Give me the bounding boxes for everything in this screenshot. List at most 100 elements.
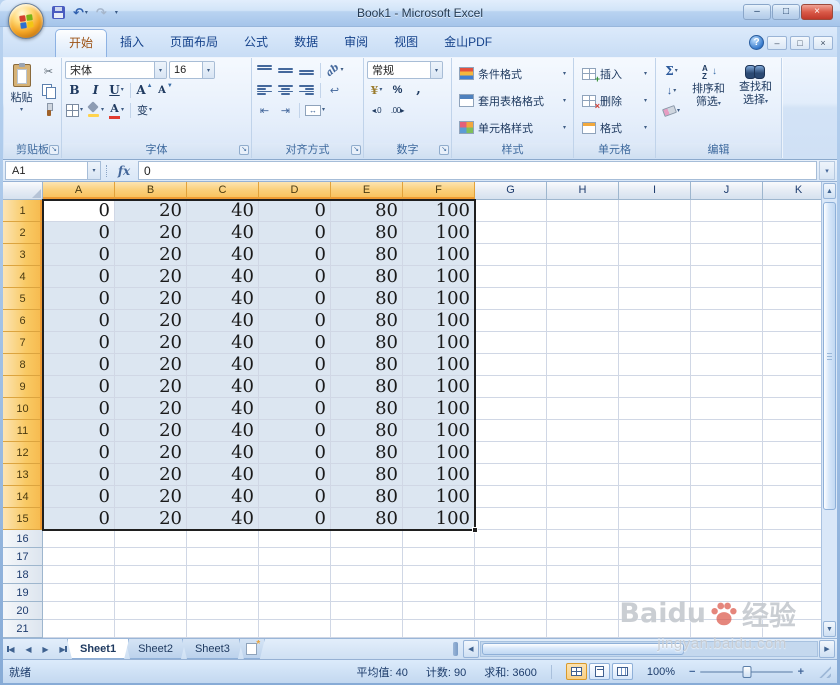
cell-E19[interactable] bbox=[331, 584, 403, 602]
font-color-button[interactable]: A ▾ bbox=[107, 101, 126, 119]
row-header-6[interactable]: 6 bbox=[3, 310, 43, 332]
cell-I21[interactable] bbox=[619, 620, 691, 638]
column-header-J[interactable]: J bbox=[691, 182, 763, 200]
currency-dropdown-icon[interactable]: ▾ bbox=[379, 87, 382, 93]
cell-D13[interactable]: 0 bbox=[259, 464, 331, 486]
cell-C20[interactable] bbox=[187, 602, 259, 620]
cell-E10[interactable]: 80 bbox=[331, 398, 403, 420]
next-sheet-button[interactable]: ▶ bbox=[37, 639, 54, 659]
cell-A20[interactable] bbox=[43, 602, 115, 620]
cell-H13[interactable] bbox=[547, 464, 619, 486]
cell-A6[interactable]: 0 bbox=[43, 310, 115, 332]
cell-A2[interactable]: 0 bbox=[43, 222, 115, 244]
scroll-left-button[interactable]: ◀ bbox=[462, 640, 479, 658]
cell-K5[interactable] bbox=[763, 288, 821, 310]
fill-color-button[interactable]: ▾ bbox=[86, 101, 105, 119]
cell-C13[interactable]: 40 bbox=[187, 464, 259, 486]
first-sheet-button[interactable]: ◀ bbox=[3, 639, 20, 659]
cell-K3[interactable] bbox=[763, 244, 821, 266]
cell-F2[interactable]: 100 bbox=[403, 222, 475, 244]
row-header-14[interactable]: 14 bbox=[3, 486, 43, 508]
cell-H19[interactable] bbox=[547, 584, 619, 602]
decrease-decimal-button[interactable]: .00▸ bbox=[388, 101, 407, 119]
cell-H2[interactable] bbox=[547, 222, 619, 244]
cell-J14[interactable] bbox=[691, 486, 763, 508]
cell-C16[interactable] bbox=[187, 530, 259, 548]
cell-B21[interactable] bbox=[115, 620, 187, 638]
cell-E12[interactable]: 80 bbox=[331, 442, 403, 464]
cell-C10[interactable]: 40 bbox=[187, 398, 259, 420]
cell-C12[interactable]: 40 bbox=[187, 442, 259, 464]
cell-I11[interactable] bbox=[619, 420, 691, 442]
cell-E15[interactable]: 80 bbox=[331, 508, 403, 530]
conditional-formatting-button[interactable]: 条件格式 ▾ bbox=[455, 61, 570, 86]
italic-button[interactable]: I bbox=[86, 81, 105, 99]
cell-H4[interactable] bbox=[547, 266, 619, 288]
cell-G13[interactable] bbox=[475, 464, 547, 486]
column-header-E[interactable]: E bbox=[331, 182, 403, 200]
workbook-restore-button[interactable]: □ bbox=[790, 35, 810, 50]
cell-H7[interactable] bbox=[547, 332, 619, 354]
cell-H10[interactable] bbox=[547, 398, 619, 420]
cell-B6[interactable]: 20 bbox=[115, 310, 187, 332]
cell-A3[interactable]: 0 bbox=[43, 244, 115, 266]
cell-G14[interactable] bbox=[475, 486, 547, 508]
cell-C8[interactable]: 40 bbox=[187, 354, 259, 376]
vertical-scroll-track[interactable] bbox=[823, 200, 836, 620]
cell-C5[interactable]: 40 bbox=[187, 288, 259, 310]
align-middle-button[interactable] bbox=[276, 61, 295, 79]
cell-B15[interactable]: 20 bbox=[115, 508, 187, 530]
cell-B10[interactable]: 20 bbox=[115, 398, 187, 420]
cell-F21[interactable] bbox=[403, 620, 475, 638]
row-header-12[interactable]: 12 bbox=[3, 442, 43, 464]
cell-J4[interactable] bbox=[691, 266, 763, 288]
cell-B7[interactable]: 20 bbox=[115, 332, 187, 354]
cell-G18[interactable] bbox=[475, 566, 547, 584]
cell-F20[interactable] bbox=[403, 602, 475, 620]
find-select-button[interactable]: 查找和选择▾ bbox=[733, 61, 778, 143]
cell-D8[interactable]: 0 bbox=[259, 354, 331, 376]
cell-D12[interactable]: 0 bbox=[259, 442, 331, 464]
delete-cells-button[interactable]: × 删除 ▾ bbox=[577, 88, 652, 113]
cell-G9[interactable] bbox=[475, 376, 547, 398]
format-as-table-button[interactable]: 套用表格格式 ▾ bbox=[455, 88, 570, 113]
insert-function-button[interactable]: fx bbox=[112, 161, 136, 180]
row-header-17[interactable]: 17 bbox=[3, 548, 43, 566]
cell-I8[interactable] bbox=[619, 354, 691, 376]
cell-K8[interactable] bbox=[763, 354, 821, 376]
cell-J16[interactable] bbox=[691, 530, 763, 548]
cell-J17[interactable] bbox=[691, 548, 763, 566]
sort-filter-button[interactable]: A Z ↓ 排序和筛选▾ bbox=[686, 61, 731, 143]
cell-A10[interactable]: 0 bbox=[43, 398, 115, 420]
cell-B5[interactable]: 20 bbox=[115, 288, 187, 310]
ribbon-tab-开始[interactable]: 开始 bbox=[55, 29, 108, 57]
cell-H16[interactable] bbox=[547, 530, 619, 548]
cell-I4[interactable] bbox=[619, 266, 691, 288]
cell-D1[interactable]: 0 bbox=[259, 200, 331, 222]
cell-G5[interactable] bbox=[475, 288, 547, 310]
cell-E18[interactable] bbox=[331, 566, 403, 584]
cell-C7[interactable]: 40 bbox=[187, 332, 259, 354]
row-header-3[interactable]: 3 bbox=[3, 244, 43, 266]
scroll-down-button[interactable]: ▼ bbox=[823, 621, 836, 637]
font-size-dropdown-icon[interactable]: ▾ bbox=[202, 62, 214, 78]
cell-E1[interactable]: 80 bbox=[331, 200, 403, 222]
cell-H6[interactable] bbox=[547, 310, 619, 332]
paste-dropdown-icon[interactable]: ▾ bbox=[20, 107, 23, 113]
number-dialog-launcher[interactable]: ↘ bbox=[439, 145, 449, 155]
scroll-up-button[interactable]: ▲ bbox=[823, 183, 836, 199]
scroll-right-button[interactable]: ▶ bbox=[819, 640, 835, 658]
row-header-11[interactable]: 11 bbox=[3, 420, 43, 442]
ribbon-tab-视图[interactable]: 视图 bbox=[381, 27, 431, 57]
cell-I3[interactable] bbox=[619, 244, 691, 266]
cell-G7[interactable] bbox=[475, 332, 547, 354]
cell-G12[interactable] bbox=[475, 442, 547, 464]
customize-qat-button[interactable]: ▾ bbox=[113, 9, 120, 17]
autosum-dropdown-icon[interactable]: ▾ bbox=[675, 68, 678, 74]
number-format-select[interactable]: 常规 ▾ bbox=[367, 61, 443, 79]
cell-D17[interactable] bbox=[259, 548, 331, 566]
previous-sheet-button[interactable]: ◀ bbox=[20, 639, 37, 659]
cell-H15[interactable] bbox=[547, 508, 619, 530]
redo-button[interactable]: ↷ bbox=[94, 5, 109, 20]
insert-cells-button[interactable]: + 插入 ▾ bbox=[577, 61, 652, 86]
